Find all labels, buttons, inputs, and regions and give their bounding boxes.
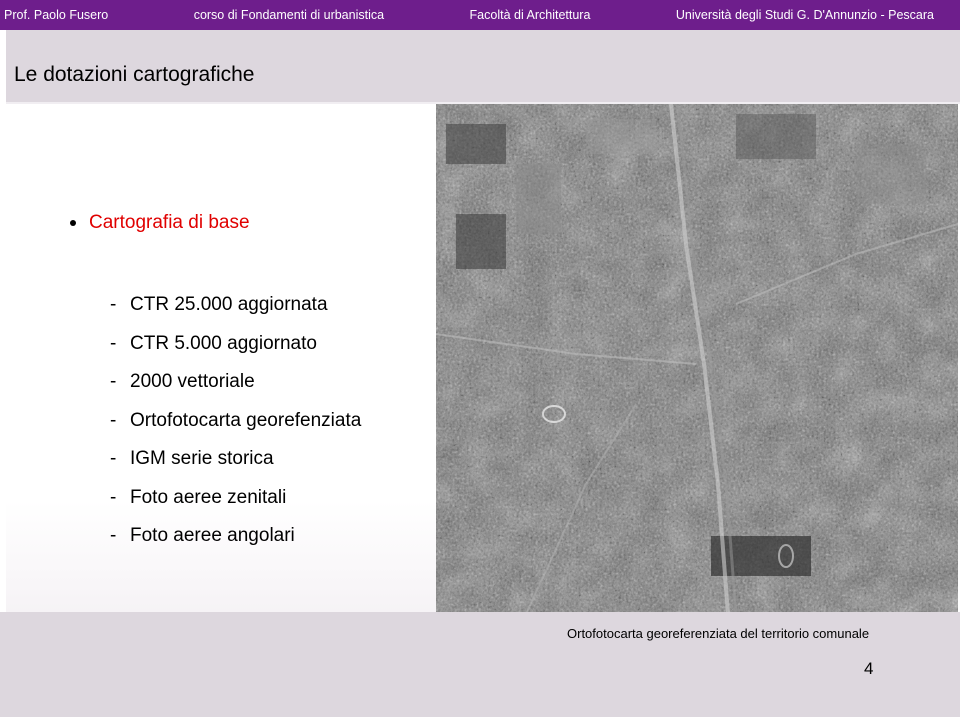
dash-marker: - xyxy=(110,332,117,354)
list-item-label: Foto aeree angolari xyxy=(130,525,295,547)
list-item: - IGM serie storica xyxy=(110,440,361,479)
dash-marker: - xyxy=(110,486,117,508)
dash-marker: - xyxy=(110,525,117,547)
list-item-label: 2000 vettoriale xyxy=(130,371,255,393)
list-item-label: IGM serie storica xyxy=(130,448,274,470)
main-bullet-label: Cartografia di base xyxy=(89,212,250,233)
title-band: Le dotazioni cartografiche xyxy=(6,30,960,104)
list-item-label: CTR 5.000 aggiornato xyxy=(130,332,317,354)
list-item-label: Foto aeree zenitali xyxy=(130,486,287,508)
item-list: - CTR 25.000 aggiornata - CTR 5.000 aggi… xyxy=(110,286,361,556)
slide-title: Le dotazioni cartografiche xyxy=(14,63,255,86)
dash-marker: - xyxy=(110,409,117,431)
list-item: - Foto aeree zenitali xyxy=(110,479,361,518)
orthophoto-image xyxy=(436,104,958,614)
header-university: Università degli Studi G. D'Annunzio - P… xyxy=(675,8,934,22)
bullet-dot-icon xyxy=(70,220,76,226)
list-item: - CTR 25.000 aggiornata xyxy=(110,286,361,325)
photo-caption: Ortofotocarta georeferenziata del territ… xyxy=(567,626,870,641)
page-number: 4 xyxy=(864,659,874,678)
dash-marker: - xyxy=(110,294,117,316)
list-item-label: CTR 25.000 aggiornata xyxy=(130,294,328,316)
header-faculty: Facoltà di Architettura xyxy=(469,8,591,22)
dash-marker: - xyxy=(110,448,117,470)
aerial-photo xyxy=(436,104,958,614)
header-author: Prof. Paolo Fusero xyxy=(4,8,109,22)
header-course: corso di Fondamenti di urbanistica xyxy=(193,8,385,22)
list-item: - CTR 5.000 aggiornato xyxy=(110,325,361,364)
list-item: - Foto aeree angolari xyxy=(110,517,361,556)
list-item: - 2000 vettoriale xyxy=(110,363,361,402)
dash-marker: - xyxy=(110,371,117,393)
list-item: - Ortofotocarta georefenziata xyxy=(110,402,361,441)
main-bullet: Cartografia di base xyxy=(70,212,250,234)
list-item-label: Ortofotocarta georefenziata xyxy=(130,409,362,431)
header-bar: Prof. Paolo Fusero corso di Fondamenti d… xyxy=(0,0,960,30)
